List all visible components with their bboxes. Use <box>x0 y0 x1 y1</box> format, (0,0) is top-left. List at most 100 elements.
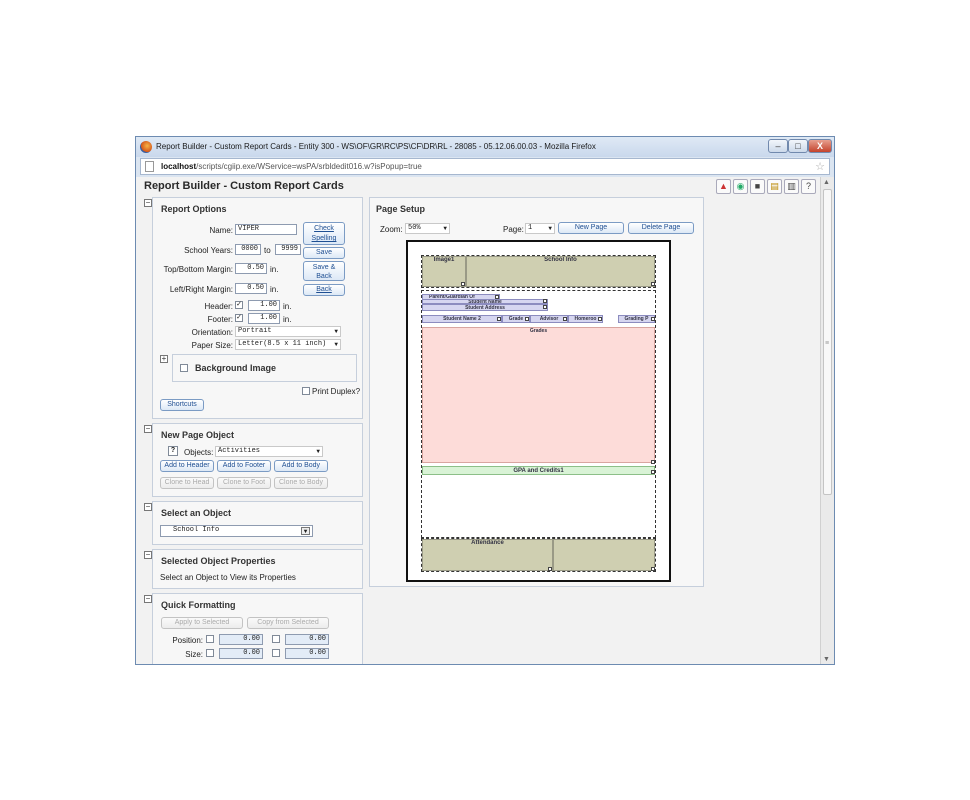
scroll-down-icon[interactable]: ▼ <box>823 656 830 663</box>
resize-handle[interactable] <box>548 567 552 571</box>
objects-select[interactable]: Activities ▼ <box>215 446 323 457</box>
resize-handle[interactable] <box>461 282 465 286</box>
clone-to-foot-button[interactable]: Clone to Foot <box>217 477 271 489</box>
school-years-label: School Years: <box>184 246 233 255</box>
position-x-input[interactable]: 0.00 <box>219 634 263 645</box>
attendance-object[interactable]: Attendance <box>422 539 553 571</box>
address-bar[interactable]: localhost/scripts/cgiip.exe/WService=wsP… <box>140 158 830 175</box>
size-h-input[interactable]: 0.00 <box>285 648 329 659</box>
copy-from-selected-button[interactable]: Copy from Selected <box>247 617 329 629</box>
resize-handle[interactable] <box>651 470 655 474</box>
new-page-object-panel: − New Page Object ? Objects: Activities ▼… <box>144 423 363 497</box>
clipboard-icon[interactable]: ▤ <box>767 179 782 194</box>
delete-page-button[interactable]: Delete Page <box>628 222 694 234</box>
chevron-down-icon: ▼ <box>443 225 447 232</box>
collapse-icon[interactable]: − <box>144 425 152 433</box>
shortcuts-button[interactable]: Shortcuts <box>160 399 204 411</box>
size-h-checkbox[interactable] <box>272 649 280 657</box>
gpa-credits-object[interactable]: GPA and Credits1 <box>422 466 655 475</box>
header-checkbox[interactable]: ✓ <box>235 301 243 309</box>
position-y-checkbox[interactable] <box>272 635 280 643</box>
student-address-object[interactable]: Student Address <box>422 304 548 311</box>
footer-checkbox[interactable]: ✓ <box>235 314 243 322</box>
resize-handle[interactable] <box>651 317 655 321</box>
paper-size-select[interactable]: Letter(8.5 x 11 inch) ▼ <box>235 339 341 350</box>
resize-handle[interactable] <box>543 305 547 309</box>
camera-icon[interactable]: ■ <box>750 179 765 194</box>
browser-window: Report Builder - Custom Report Cards - E… <box>135 136 835 665</box>
resize-handle[interactable] <box>651 282 655 286</box>
collapse-icon[interactable]: − <box>144 199 152 207</box>
print-duplex-checkbox[interactable] <box>302 387 310 395</box>
resize-handle[interactable] <box>543 299 547 303</box>
resize-handle[interactable] <box>651 567 655 571</box>
resize-handle[interactable] <box>598 317 602 321</box>
expand-icon[interactable]: + <box>160 355 168 363</box>
zoom-value: 50% <box>408 224 421 232</box>
quick-formatting-title: Quick Formatting <box>161 600 236 610</box>
window-title: Report Builder - Custom Report Cards - E… <box>156 142 596 151</box>
year-from-input[interactable]: 0000 <box>235 244 261 255</box>
add-to-header-button[interactable]: Add to Header <box>160 460 214 472</box>
check-spelling-button[interactable]: Check Spelling <box>303 222 345 245</box>
footer-blank-object[interactable] <box>553 539 655 571</box>
image1-object[interactable]: Image1 <box>422 256 466 287</box>
position-y-input[interactable]: 0.00 <box>285 634 329 645</box>
chevron-down-icon: ▼ <box>548 225 552 232</box>
unit-label: in. <box>270 265 279 274</box>
background-image-checkbox[interactable] <box>180 364 188 372</box>
size-w-input[interactable]: 0.00 <box>219 648 263 659</box>
close-button[interactable]: X <box>808 139 832 153</box>
collapse-icon[interactable]: − <box>144 551 152 559</box>
size-w-checkbox[interactable] <box>206 649 214 657</box>
vertical-scrollbar[interactable]: ▲ ≡ ▼ <box>820 177 834 664</box>
apply-to-selected-button[interactable]: Apply to Selected <box>161 617 243 629</box>
selected-object-properties-panel: − Selected Object Properties Select an O… <box>144 549 363 589</box>
resize-handle[interactable] <box>497 317 501 321</box>
lr-margin-input[interactable]: 0.50 <box>235 283 267 294</box>
help-icon[interactable]: ? <box>168 446 178 456</box>
add-to-body-button[interactable]: Add to Body <box>274 460 328 472</box>
object-select[interactable]: School Info ▼ <box>160 525 313 537</box>
save-button[interactable]: Save <box>303 247 345 259</box>
grades-object[interactable]: Grades <box>422 327 655 463</box>
scroll-up-icon[interactable]: ▲ <box>823 179 830 186</box>
grip-icon: ≡ <box>825 340 830 347</box>
minimize-button[interactable]: – <box>768 139 788 153</box>
collapse-icon[interactable]: − <box>144 595 152 603</box>
resize-handle[interactable] <box>651 460 655 464</box>
help-icon[interactable]: ? <box>801 179 816 194</box>
print-icon[interactable]: ▥ <box>784 179 799 194</box>
alert-icon[interactable]: ▲ <box>716 179 731 194</box>
school-info-object[interactable]: School Info <box>466 256 655 287</box>
position-x-checkbox[interactable] <box>206 635 214 643</box>
title-bar: Report Builder - Custom Report Cards - E… <box>136 137 834 157</box>
orientation-label: Orientation: <box>191 328 233 337</box>
globe-icon[interactable]: ◉ <box>733 179 748 194</box>
orientation-select[interactable]: Portrait ▼ <box>235 326 341 337</box>
zoom-select[interactable]: 50% ▼ <box>405 223 450 234</box>
clone-to-body-button[interactable]: Clone to Body <box>274 477 328 489</box>
page-select[interactable]: 1 ▼ <box>525 223 555 234</box>
resize-handle[interactable] <box>495 295 499 299</box>
header-input[interactable]: 1.00 <box>248 300 280 311</box>
name-input[interactable]: VIPER <box>235 224 297 235</box>
new-page-button[interactable]: New Page <box>558 222 624 234</box>
resize-handle[interactable] <box>563 317 567 321</box>
tb-margin-input[interactable]: 0.50 <box>235 263 267 274</box>
footer-input[interactable]: 1.00 <box>248 313 280 324</box>
year-to-input[interactable]: 9999 <box>275 244 301 255</box>
save-back-button[interactable]: Save & Back <box>303 261 345 281</box>
maximize-button[interactable]: □ <box>788 139 808 153</box>
scroll-thumb[interactable]: ≡ <box>823 189 832 495</box>
page-content: Report Builder - Custom Report Cards ▲ ◉… <box>136 177 834 664</box>
add-to-footer-button[interactable]: Add to Footer <box>217 460 271 472</box>
collapse-icon[interactable]: − <box>144 503 152 511</box>
chevron-down-icon: ▼ <box>334 341 338 348</box>
student-name-2-object[interactable]: Student Name 2 <box>422 315 502 323</box>
bookmark-star-icon[interactable]: ☆ <box>815 160 825 173</box>
resize-handle[interactable] <box>525 317 529 321</box>
back-button[interactable]: Back <box>303 284 345 296</box>
grading-period-object[interactable]: Grading P <box>618 315 655 323</box>
clone-to-head-button[interactable]: Clone to Head <box>160 477 214 489</box>
